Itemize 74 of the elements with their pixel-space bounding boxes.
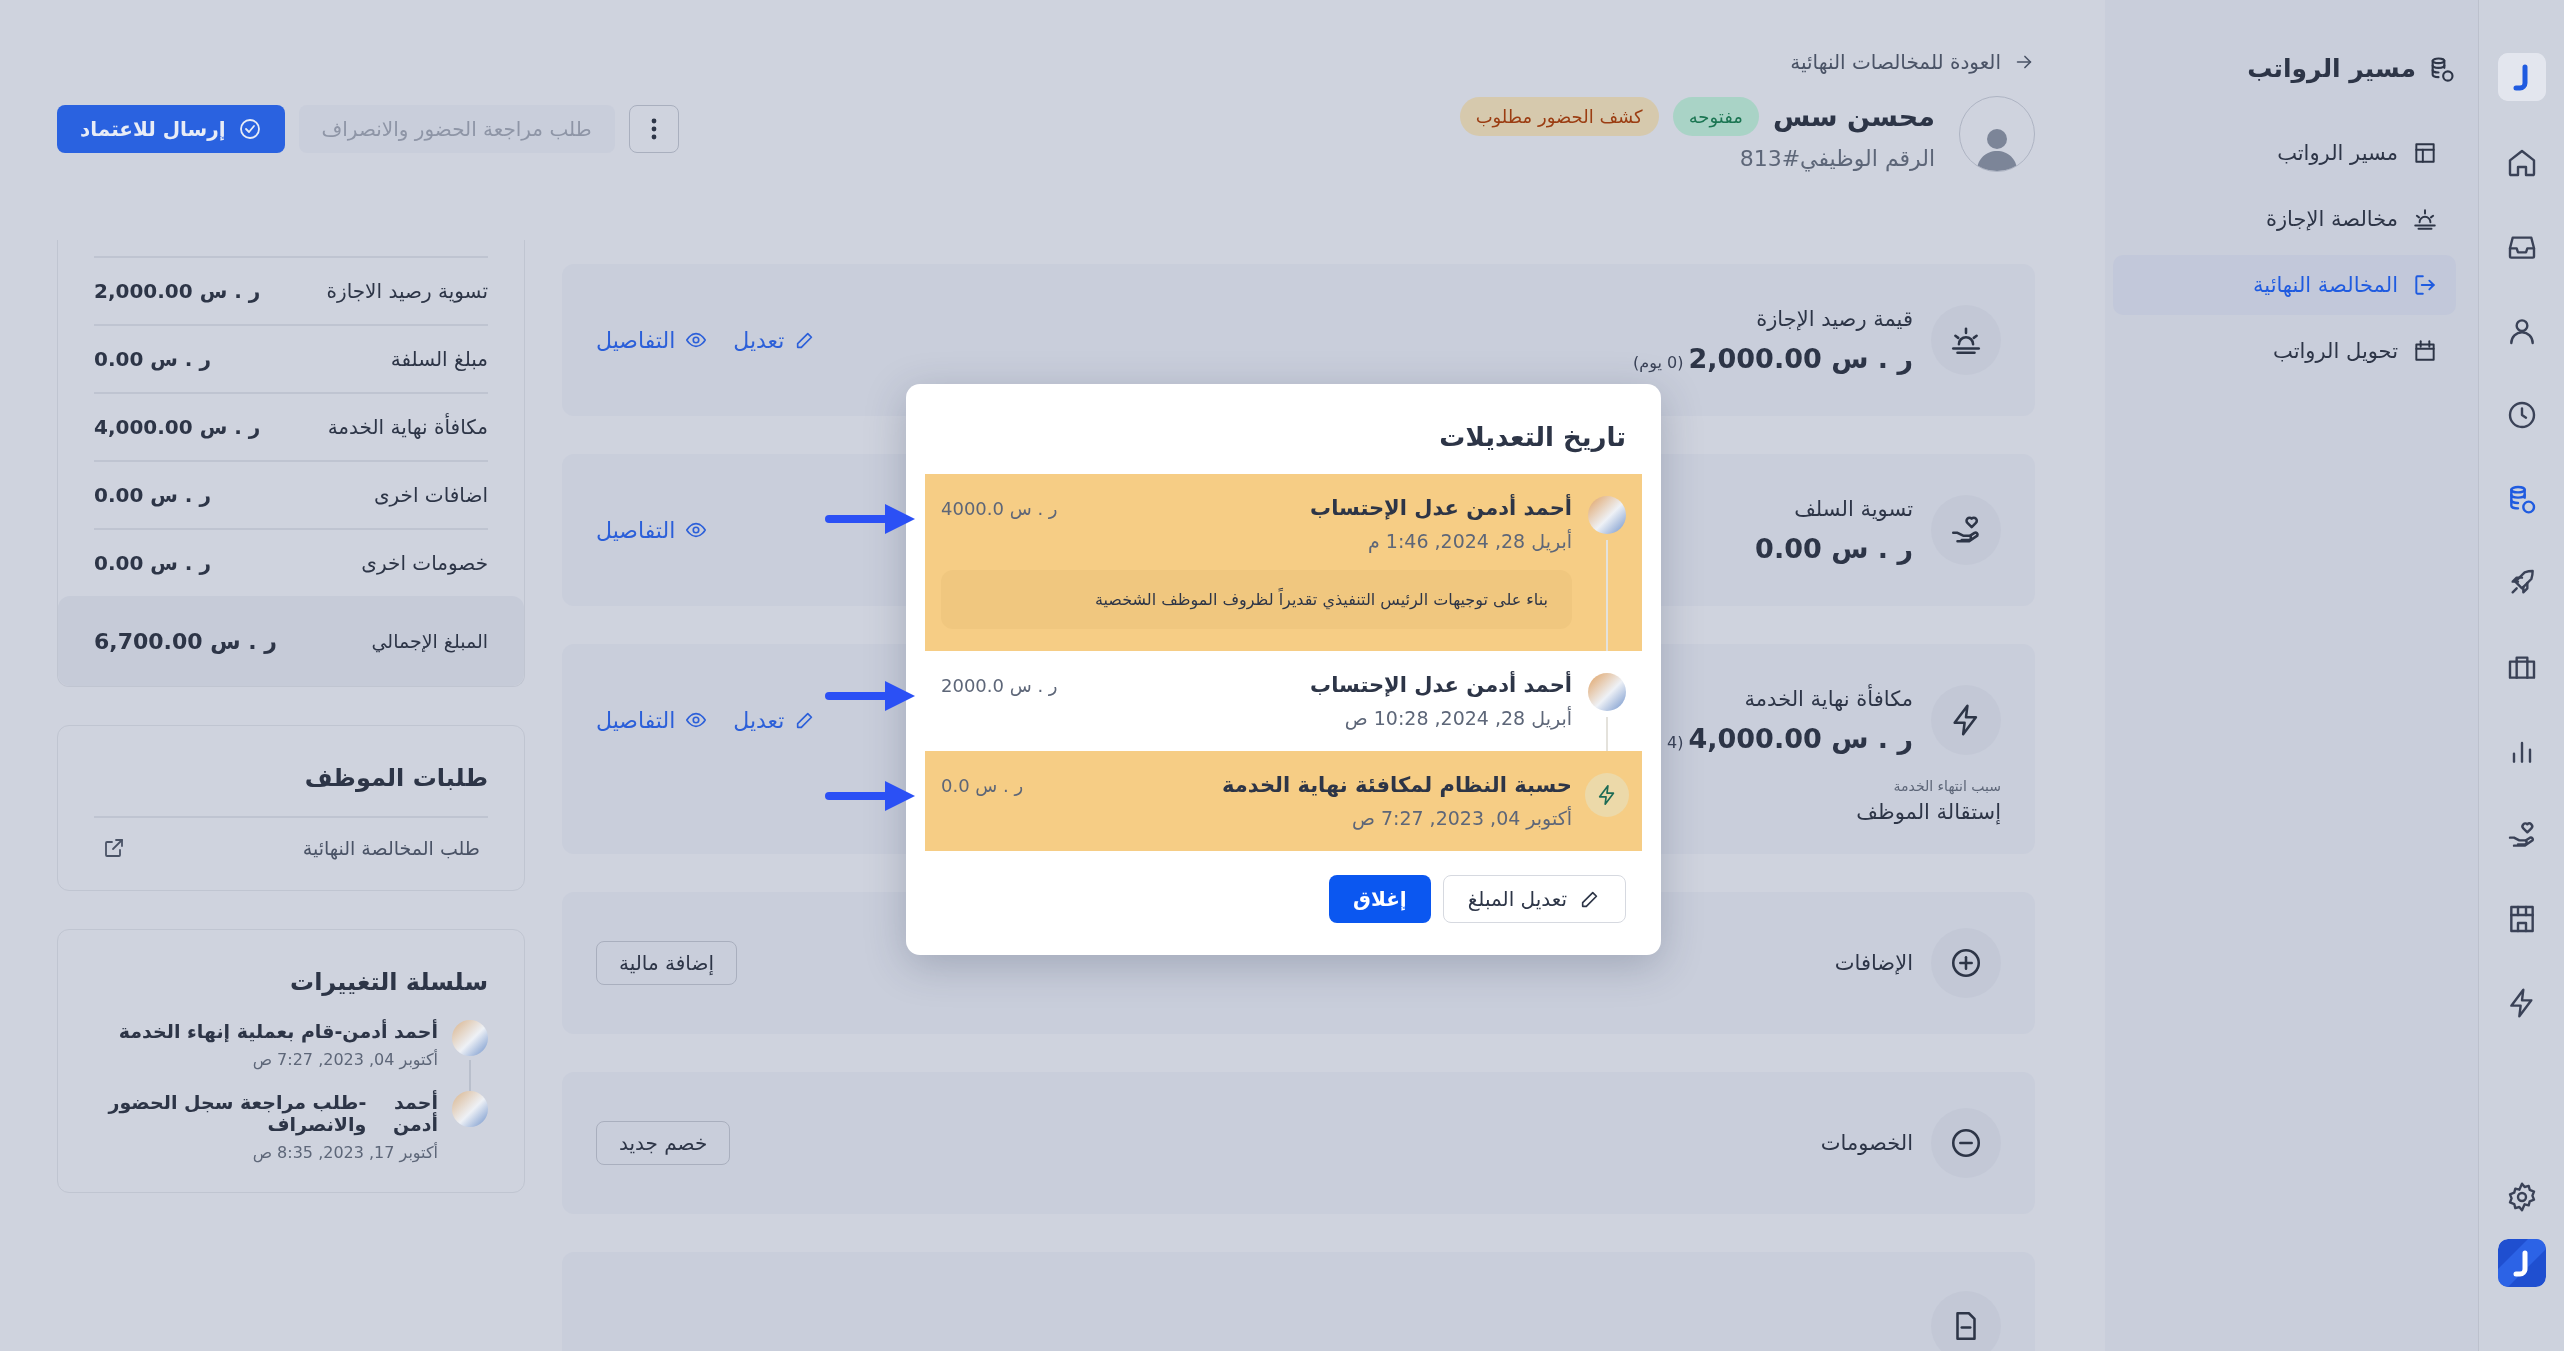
details-link[interactable]: التفاصيل xyxy=(596,517,708,543)
check-circle-icon xyxy=(237,117,262,141)
card-title: الإضافات xyxy=(1834,951,1913,975)
entry-title: أحمد أدمن عدل الإحتساب xyxy=(1310,673,1572,697)
card-title: تسوية السلف xyxy=(1793,496,1913,521)
log-action: -طلب مراجعة سجل الحضور والانصراف xyxy=(106,1091,367,1135)
sidebar-title: مسير الرواتب xyxy=(2247,54,2416,83)
summary-label: اضافات اخرى xyxy=(373,483,488,507)
amount-note: (0 يوم) xyxy=(1633,352,1684,372)
summary-label: خصومات اخرى xyxy=(361,551,488,575)
avatar-placeholder xyxy=(1588,673,1626,711)
entry-title: أحمد أدمن عدل الإحتساب xyxy=(1310,496,1572,520)
submit-button[interactable]: إرسال للاعتماد xyxy=(57,105,285,153)
back-link[interactable]: العودة للمخالصات النهائية xyxy=(1459,50,2035,74)
card-title: قيمة رصيد الإجازة xyxy=(1755,306,1913,331)
entry-time: أكتوبر 04, 2023, 7:27 ص xyxy=(1350,807,1572,829)
edit-link[interactable]: تعديل xyxy=(733,707,817,733)
reason-text: إستقالة الموظف xyxy=(1856,800,2001,824)
details-link[interactable]: التفاصيل xyxy=(596,327,708,353)
logo-icon xyxy=(2497,1239,2546,1287)
card-title: مكافأة نهاية الخدمة xyxy=(1743,686,1913,711)
add-button[interactable]: إضافة مالية xyxy=(596,941,737,985)
entry-amount: 2000.0 ر . س xyxy=(941,674,1058,696)
more-icon xyxy=(650,118,657,140)
details-link[interactable]: التفاصيل xyxy=(596,707,708,733)
calendar-icon xyxy=(2412,338,2438,364)
avatar-placeholder xyxy=(1588,496,1626,534)
log-time: أكتوبر 04, 2023, 7:27 ص xyxy=(251,1050,438,1069)
amount: 4,000.00 ر . س xyxy=(1688,722,1913,754)
log-actor: أحمد أدمن xyxy=(391,1091,438,1135)
add-button[interactable]: خصم جديد xyxy=(596,1121,731,1165)
log-action: -قام بعملية إنهاء الخدمة xyxy=(118,1020,343,1042)
entry-amount: 4000.0 ر . س xyxy=(941,497,1058,519)
amount-note: (4 xyxy=(1667,732,1684,752)
status-badge: كشف الحضور مطلوب xyxy=(1459,97,1659,136)
summary-value: 2,000.00 ر . س xyxy=(94,279,261,303)
card-title: الخصومات xyxy=(1820,1131,1913,1155)
summary-label: مبلغ السلفة xyxy=(390,347,488,371)
entry-time: أبريل 28, 2024, 10:28 ص xyxy=(1343,707,1572,729)
sidebar-item[interactable]: مسير الرواتب xyxy=(2113,123,2456,183)
dialog-title: تاريخ التعديلات xyxy=(1438,422,1627,452)
reason-label: سبب انتهاء الخدمة xyxy=(1893,778,2001,794)
close-button[interactable]: إغلاق xyxy=(1329,875,1431,923)
card-title: طلبات الموظف xyxy=(303,764,488,792)
status-badge: مفتوحه xyxy=(1672,97,1759,136)
summary-value: 4,000.00 ر . س xyxy=(94,415,261,439)
external-link-icon xyxy=(102,836,126,860)
sidebar-item[interactable]: مخالصة الإجازة xyxy=(2113,189,2456,249)
edit-amount-button[interactable]: تعديل المبلغ xyxy=(1442,875,1626,923)
log-time: أكتوبر 17, 2023, 8:35 ص xyxy=(251,1143,438,1162)
amount: 0.00 ر . س xyxy=(1755,532,1913,564)
summary-value: 0.00 ر . س xyxy=(94,483,211,507)
request-link[interactable]: طلب المخالصة النهائية xyxy=(302,837,480,859)
table-icon xyxy=(2412,140,2438,166)
summary-label: مكافأة نهاية الخدمة xyxy=(327,415,488,439)
sidebar-item[interactable]: المخالصة النهائية xyxy=(2113,255,2456,315)
sidebar-item[interactable]: تحويل الرواتب xyxy=(2113,321,2456,381)
total-label: المبلغ الإجمالي xyxy=(371,630,488,652)
summary-label: تسوية رصيد الاجازة xyxy=(326,279,488,303)
amount: 2,000.00 ر . س xyxy=(1688,342,1913,374)
summary-value: 0.00 ر . س xyxy=(94,551,211,575)
card-title: سلسلة التغييرات xyxy=(289,968,488,996)
employee-name: محسن سس xyxy=(1772,101,1935,132)
entry-time: أبريل 28, 2024, 1:46 م xyxy=(1367,530,1572,552)
avatar-placeholder xyxy=(452,1091,488,1127)
entry-title: حسبة النظام لمكافئة نهاية الخدمة xyxy=(1222,773,1572,797)
entry-note: بناء على توجيهات الرئيس التنفيذي تقديراً لظروف الموظف الشخصية xyxy=(941,570,1572,629)
employee-number: الرقم الوظيفي#813 xyxy=(1738,146,1935,171)
summary-value: 0.00 ر . س xyxy=(94,347,211,371)
log-actor: أحمد أدمن xyxy=(342,1020,438,1042)
entry-amount: 0.0 ر . س xyxy=(941,774,1024,796)
total-value: 6,700.00 ر . س xyxy=(94,628,277,654)
edit-link[interactable]: تعديل xyxy=(733,327,817,353)
avatar-placeholder xyxy=(452,1020,488,1056)
